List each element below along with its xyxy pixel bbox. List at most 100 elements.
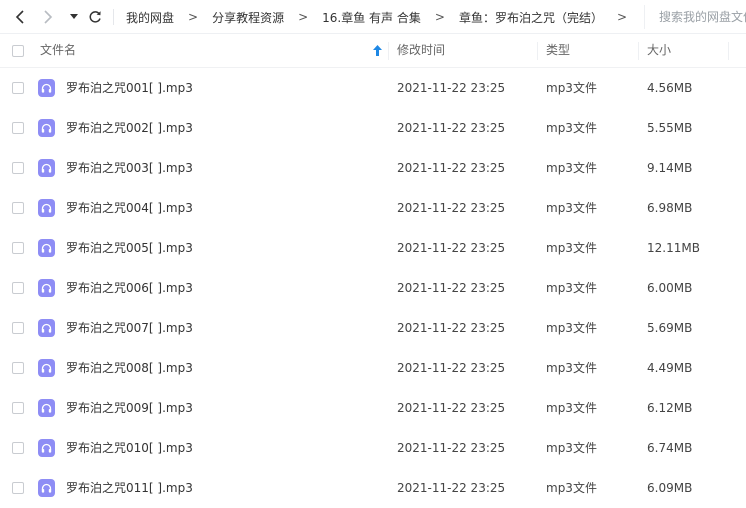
file-modified: 2021-11-22 23:25 xyxy=(397,321,506,335)
breadcrumb-item[interactable]: 16.章鱼 有声 合集 xyxy=(322,9,421,26)
sort-ascending-icon[interactable] xyxy=(373,45,382,56)
select-all-checkbox[interactable] xyxy=(12,45,24,57)
headphones-icon xyxy=(38,159,55,177)
file-modified: 2021-11-22 23:25 xyxy=(397,401,506,415)
file-type: mp3文件 xyxy=(546,481,597,495)
file-name[interactable]: 罗布泊之咒004[ ].mp3 xyxy=(66,188,193,228)
back-button[interactable] xyxy=(10,7,30,27)
forward-button[interactable] xyxy=(38,7,58,27)
chevron-left-icon xyxy=(15,10,24,24)
row-checkbox[interactable] xyxy=(12,362,24,374)
breadcrumb: 我的网盘 > 分享教程资源 > 16.章鱼 有声 合集 > 章鱼：罗布泊之咒（完… xyxy=(126,0,641,34)
file-type: mp3文件 xyxy=(546,161,597,175)
row-checkbox[interactable] xyxy=(12,402,24,414)
headphones-icon xyxy=(38,199,55,217)
file-name[interactable]: 罗布泊之咒001[ ].mp3 xyxy=(66,68,193,108)
file-size: 4.49MB xyxy=(647,361,693,375)
file-type: mp3文件 xyxy=(546,401,597,415)
file-row[interactable]: 罗布泊之咒005[ ].mp3 2021-11-22 23:25 mp3文件 1… xyxy=(0,228,746,268)
file-name[interactable]: 罗布泊之咒011[ ].mp3 xyxy=(66,468,193,508)
headphones-icon xyxy=(38,79,55,97)
row-checkbox[interactable] xyxy=(12,122,24,134)
file-type: mp3文件 xyxy=(546,121,597,135)
file-name[interactable]: 罗布泊之咒009[ ].mp3 xyxy=(66,388,193,428)
file-size: 6.98MB xyxy=(647,201,693,215)
headphones-icon xyxy=(38,239,55,257)
file-modified: 2021-11-22 23:25 xyxy=(397,201,506,215)
file-modified: 2021-11-22 23:25 xyxy=(397,361,506,375)
column-divider[interactable] xyxy=(537,42,538,60)
column-header-modified[interactable]: 修改时间 xyxy=(397,34,445,67)
file-name[interactable]: 罗布泊之咒010[ ].mp3 xyxy=(66,428,193,468)
headphones-icon xyxy=(38,399,55,417)
file-modified: 2021-11-22 23:25 xyxy=(397,81,506,95)
file-modified: 2021-11-22 23:25 xyxy=(397,441,506,455)
file-type: mp3文件 xyxy=(546,361,597,375)
row-checkbox[interactable] xyxy=(12,442,24,454)
row-checkbox[interactable] xyxy=(12,82,24,94)
refresh-icon xyxy=(89,11,101,23)
file-name[interactable]: 罗布泊之咒003[ ].mp3 xyxy=(66,148,193,188)
file-name[interactable]: 罗布泊之咒008[ ].mp3 xyxy=(66,348,193,388)
row-checkbox[interactable] xyxy=(12,282,24,294)
breadcrumb-item[interactable]: 我的网盘 xyxy=(126,9,174,26)
headphones-icon xyxy=(38,279,55,297)
breadcrumb-separator: > xyxy=(298,10,309,24)
breadcrumb-separator: > xyxy=(434,10,445,24)
file-type: mp3文件 xyxy=(546,441,597,455)
file-modified: 2021-11-22 23:25 xyxy=(397,121,506,135)
column-divider[interactable] xyxy=(638,42,639,60)
file-size: 6.09MB xyxy=(647,481,693,495)
file-size: 6.00MB xyxy=(647,281,693,295)
search-input[interactable]: 搜索我的网盘文件 xyxy=(644,5,746,29)
file-size: 12.11MB xyxy=(647,241,700,255)
refresh-button[interactable] xyxy=(85,7,105,27)
column-divider[interactable] xyxy=(388,42,389,60)
file-name[interactable]: 罗布泊之咒002[ ].mp3 xyxy=(66,108,193,148)
file-row[interactable]: 罗布泊之咒010[ ].mp3 2021-11-22 23:25 mp3文件 6… xyxy=(0,428,746,468)
file-size: 4.56MB xyxy=(647,81,693,95)
headphones-icon xyxy=(38,119,55,137)
file-type: mp3文件 xyxy=(546,281,597,295)
file-size: 6.74MB xyxy=(647,441,693,455)
column-divider[interactable] xyxy=(728,42,729,60)
headphones-icon xyxy=(38,319,55,337)
file-modified: 2021-11-22 23:25 xyxy=(397,281,506,295)
file-modified: 2021-11-22 23:25 xyxy=(397,481,506,495)
row-checkbox[interactable] xyxy=(12,482,24,494)
row-checkbox[interactable] xyxy=(12,202,24,214)
file-type: mp3文件 xyxy=(546,321,597,335)
row-checkbox[interactable] xyxy=(12,242,24,254)
file-row[interactable]: 罗布泊之咒007[ ].mp3 2021-11-22 23:25 mp3文件 5… xyxy=(0,308,746,348)
file-row[interactable]: 罗布泊之咒001[ ].mp3 2021-11-22 23:25 mp3文件 4… xyxy=(0,68,746,108)
breadcrumb-item[interactable]: 分享教程资源 xyxy=(212,9,284,26)
file-row[interactable]: 罗布泊之咒009[ ].mp3 2021-11-22 23:25 mp3文件 6… xyxy=(0,388,746,428)
file-row[interactable]: 罗布泊之咒006[ ].mp3 2021-11-22 23:25 mp3文件 6… xyxy=(0,268,746,308)
breadcrumb-separator: > xyxy=(616,10,628,24)
column-header-name[interactable]: 文件名 xyxy=(40,34,76,67)
file-list-header: 文件名 修改时间 类型 大小 xyxy=(0,34,746,68)
file-row[interactable]: 罗布泊之咒008[ ].mp3 2021-11-22 23:25 mp3文件 4… xyxy=(0,348,746,388)
headphones-icon xyxy=(38,439,55,457)
file-type: mp3文件 xyxy=(546,201,597,215)
row-checkbox[interactable] xyxy=(12,162,24,174)
file-size: 6.12MB xyxy=(647,401,693,415)
file-row[interactable]: 罗布泊之咒011[ ].mp3 2021-11-22 23:25 mp3文件 6… xyxy=(0,468,746,508)
column-header-type[interactable]: 类型 xyxy=(546,34,570,67)
headphones-icon xyxy=(38,359,55,377)
history-dropdown-button[interactable] xyxy=(64,7,84,27)
file-name[interactable]: 罗布泊之咒007[ ].mp3 xyxy=(66,308,193,348)
file-name[interactable]: 罗布泊之咒006[ ].mp3 xyxy=(66,268,193,308)
file-row[interactable]: 罗布泊之咒002[ ].mp3 2021-11-22 23:25 mp3文件 5… xyxy=(0,108,746,148)
row-checkbox[interactable] xyxy=(12,322,24,334)
file-modified: 2021-11-22 23:25 xyxy=(397,241,506,255)
nav-divider xyxy=(113,9,114,25)
column-header-size[interactable]: 大小 xyxy=(647,34,671,67)
file-row[interactable]: 罗布泊之咒003[ ].mp3 2021-11-22 23:25 mp3文件 9… xyxy=(0,148,746,188)
file-size: 9.14MB xyxy=(647,161,693,175)
file-row[interactable]: 罗布泊之咒004[ ].mp3 2021-11-22 23:25 mp3文件 6… xyxy=(0,188,746,228)
file-name[interactable]: 罗布泊之咒005[ ].mp3 xyxy=(66,228,193,268)
navigation-bar: 我的网盘 > 分享教程资源 > 16.章鱼 有声 合集 > 章鱼：罗布泊之咒（完… xyxy=(0,0,746,34)
breadcrumb-item[interactable]: 章鱼：罗布泊之咒（完结） xyxy=(459,9,603,26)
chevron-right-icon xyxy=(44,10,53,24)
